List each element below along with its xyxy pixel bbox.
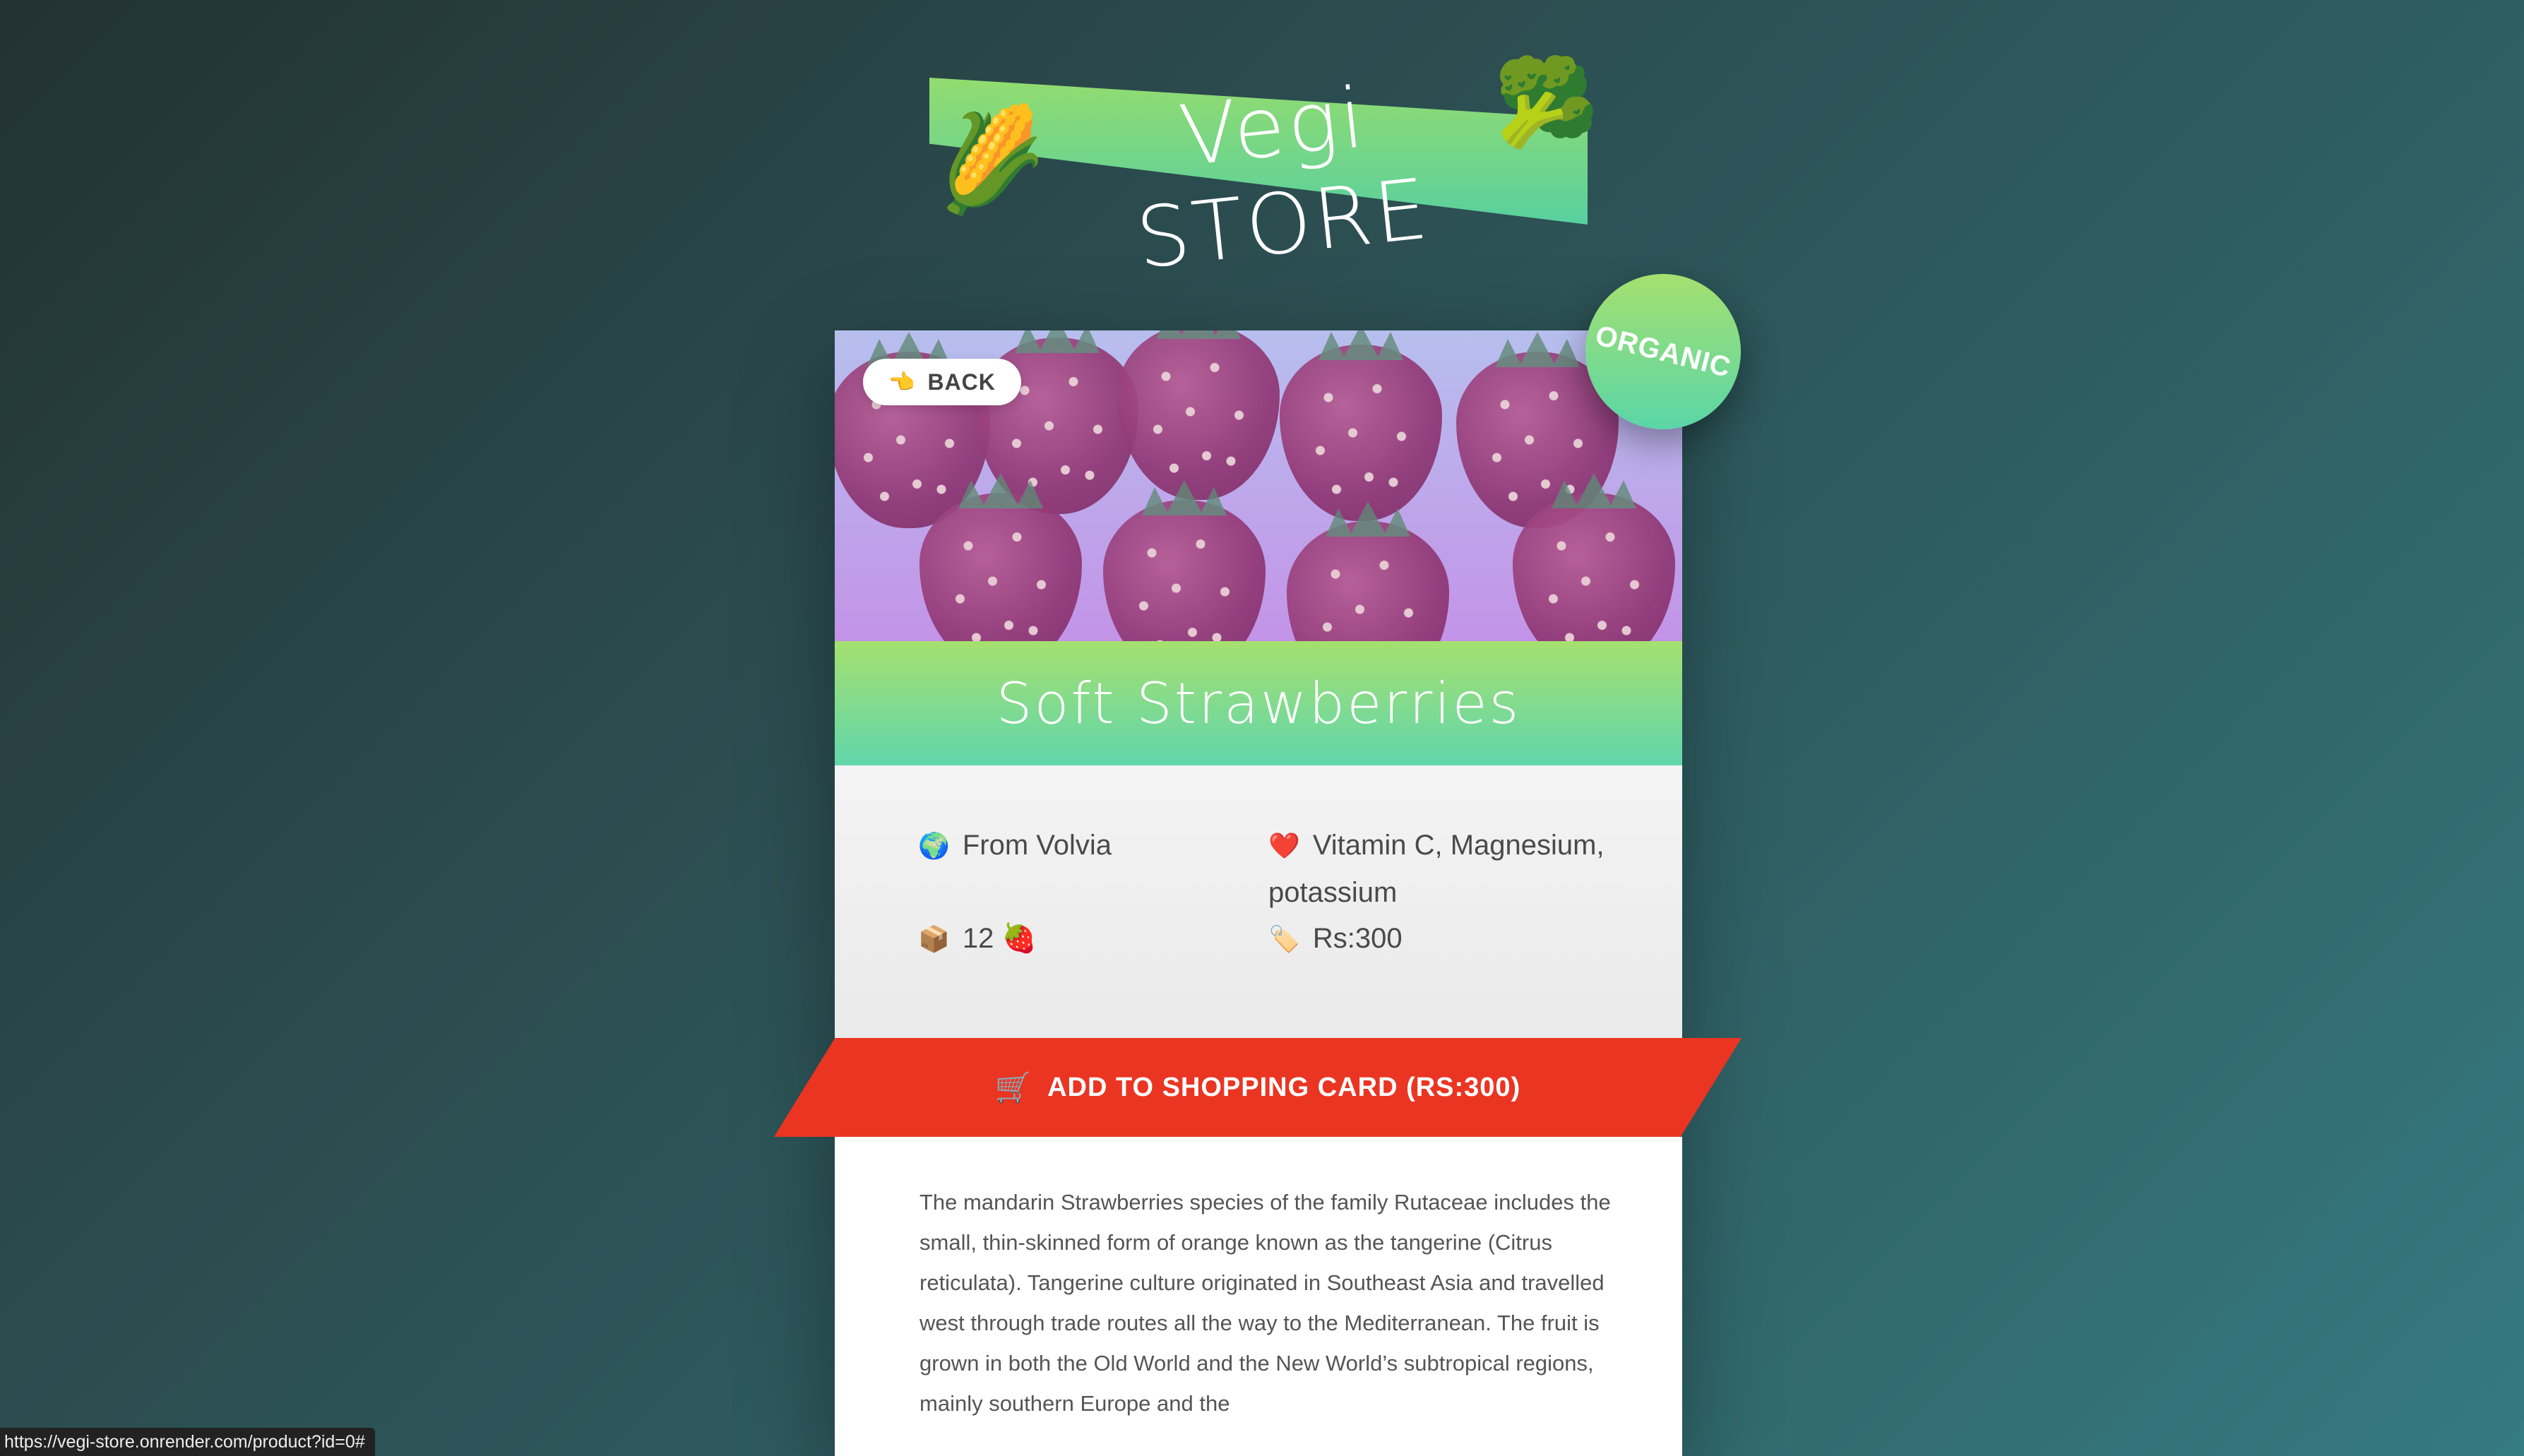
quantity-text: 12 🍓 [962, 923, 1037, 954]
globe-icon: 🌍 [918, 831, 950, 860]
add-to-cart-label: ADD TO SHOPPING CARD (RS:300) [1047, 1072, 1521, 1102]
price-tag-icon: 🏷️ [1268, 924, 1300, 953]
strawberry-image [919, 493, 1082, 641]
product-details: 🌍 From Volvia ❤️ Vitamin C, Magnesium, pot… [835, 765, 1682, 1079]
nutrients-info: ❤️ Vitamin C, Magnesium, potassium [1268, 822, 1636, 916]
price-text: Rs:300 [1312, 923, 1403, 954]
product-card: 👈 BACK Soft Strawberries 🌍 From Volvia ❤️… [835, 330, 1682, 1456]
organic-badge: ORGANIC [1585, 274, 1741, 429]
nutrients-text: Vitamin C, Magnesium, potassium [1268, 830, 1605, 908]
package-icon: 📦 [918, 924, 950, 953]
quantity-info: 📦 12 🍓 [918, 915, 1243, 962]
organic-badge-label: ORGANIC [1592, 319, 1734, 383]
heart-icon: ❤️ [1268, 831, 1300, 860]
strawberry-image [1287, 521, 1449, 641]
product-title-band: Soft Strawberries [835, 641, 1682, 765]
product-description: The mandarin Strawberries species of the… [919, 1190, 1611, 1416]
back-button[interactable]: 👈 BACK [863, 359, 1021, 405]
add-to-cart-button[interactable]: 🛒 ADD TO SHOPPING CARD (RS:300) [774, 1038, 1742, 1137]
price-info: 🏷️ Rs:300 [1268, 915, 1593, 962]
strawberry-image [1513, 493, 1675, 641]
origin-text: From Volvia [962, 830, 1112, 861]
pointing-hand-icon: 👈 [888, 370, 915, 394]
product-title: Soft Strawberries [996, 670, 1521, 736]
status-bar-url: https://vegi-store.onrender.com/product?… [0, 1428, 375, 1456]
broccoli-icon: 🥦 [1494, 55, 1600, 150]
description-section: The mandarin Strawberries species of the… [835, 1137, 1682, 1456]
origin-info: 🌍 From Volvia [918, 822, 1243, 869]
strawberry-image [1103, 500, 1266, 641]
strawberry-image [1117, 330, 1280, 500]
store-logo[interactable]: 🌽 Vegi STORE 🥦 [918, 55, 1600, 287]
product-image: 👈 BACK [835, 330, 1682, 641]
strawberry-image [1280, 345, 1442, 521]
back-label: BACK [927, 369, 996, 395]
shopping-cart-icon: 🛒 [994, 1070, 1032, 1104]
